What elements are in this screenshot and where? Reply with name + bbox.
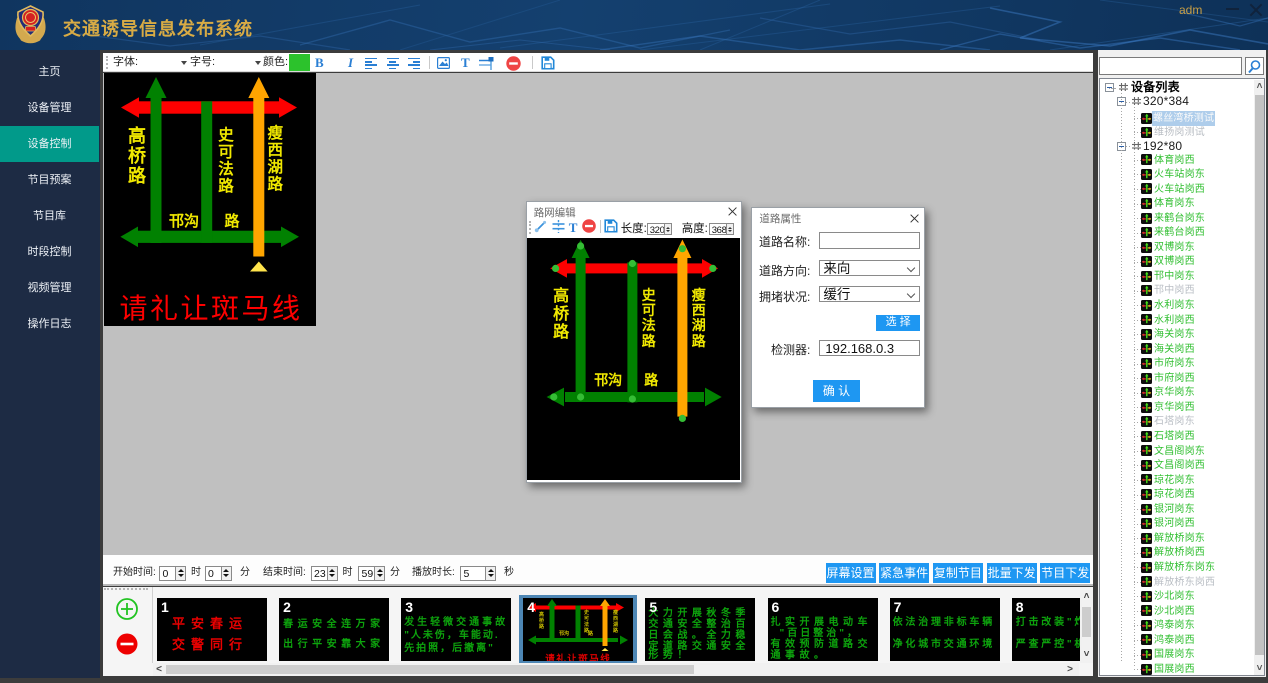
svg-text:史: 史 (583, 609, 590, 616)
svg-text:邗沟: 邗沟 (559, 630, 569, 637)
svg-text:西: 西 (613, 615, 618, 622)
svg-text:可: 可 (584, 615, 589, 622)
svg-text:高: 高 (539, 611, 544, 618)
svg-text:瘦: 瘦 (613, 609, 618, 616)
svg-text:湖: 湖 (613, 621, 618, 628)
svg-text:桥: 桥 (539, 617, 545, 624)
svg-text:法: 法 (584, 621, 589, 628)
svg-text:路: 路 (539, 623, 545, 630)
svg-text:路: 路 (613, 627, 619, 634)
svg-text:路: 路 (588, 630, 594, 637)
